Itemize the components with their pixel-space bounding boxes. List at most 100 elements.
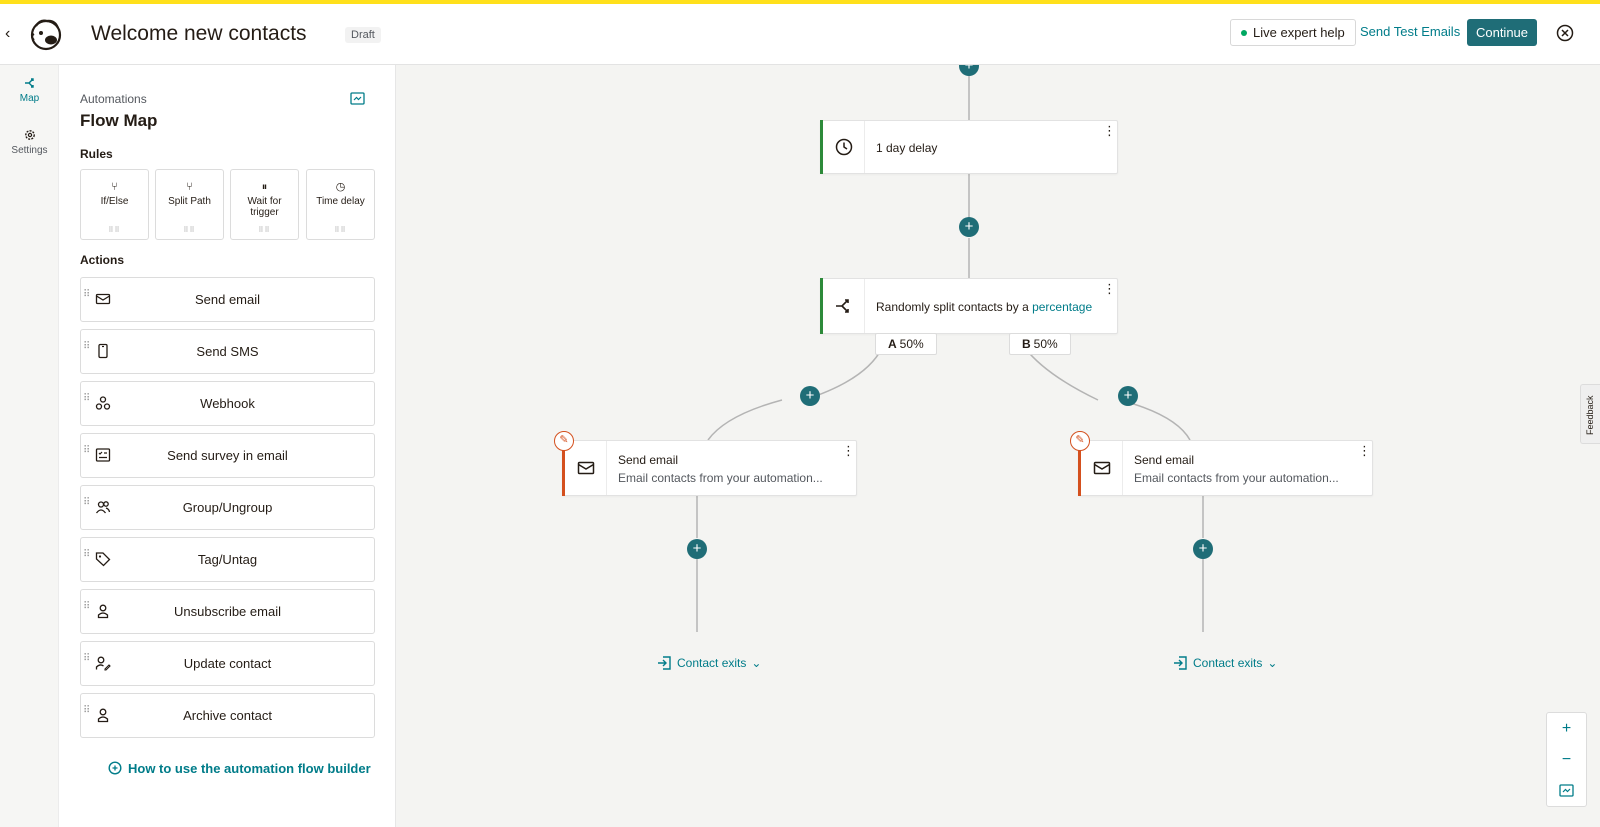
more-options-icon[interactable]: ⋮ [1103, 124, 1116, 137]
envelope-icon [577, 461, 594, 475]
zoom-in-button[interactable]: + [1547, 713, 1586, 744]
branch-icon: ⑂ [111, 181, 118, 193]
exit-icon [658, 656, 671, 670]
rule-label: If/Else [100, 196, 129, 207]
rail-item-label: Map [19, 93, 40, 104]
branch-percent: 50% [1033, 337, 1058, 351]
more-options-icon[interactable]: ⋮ [842, 444, 855, 457]
split-icon: ⑂ [186, 181, 193, 193]
more-options-icon[interactable]: ⋮ [1358, 444, 1371, 457]
close-icon[interactable] [1556, 24, 1574, 42]
percentage-link[interactable]: percentage [1032, 300, 1092, 314]
rule-label: Split Path [168, 196, 211, 207]
exit-icon [1174, 656, 1187, 670]
branch-b-label[interactable]: B 50% [1009, 333, 1071, 355]
branch-a-label[interactable]: A 50% [875, 333, 937, 355]
live-expert-help-button[interactable]: Live expert help [1230, 19, 1356, 46]
node-title: Randomly split contacts by a percentage [876, 300, 1092, 314]
node-title: Send email [618, 453, 679, 467]
chevron-down-icon: ⌄ [751, 656, 762, 670]
branch-letter: A [888, 337, 897, 351]
action-label: Unsubscribe email [174, 604, 281, 619]
send-test-emails-link[interactable]: Send Test Emails [1360, 24, 1460, 39]
action-card-send-survey[interactable]: ⠿ Send survey in email [80, 433, 375, 478]
rule-card-wait-for-trigger[interactable]: ⏸ Wait for trigger ⠿⠿ [230, 169, 299, 240]
action-card-archive-contact[interactable]: ⠿ Archive contact [80, 693, 375, 738]
rule-card-time-delay[interactable]: ◷ Time delay ⠿⠿ [306, 169, 375, 240]
rule-card-if-else[interactable]: ⑂ If/Else ⠿⠿ [80, 169, 149, 240]
delay-node[interactable]: 1 day delay ⋮ [820, 120, 1118, 174]
action-card-unsubscribe-email[interactable]: ⠿ Unsubscribe email [80, 589, 375, 634]
status-badge: Draft [345, 27, 381, 43]
clock-icon [835, 138, 852, 156]
action-card-tag-untag[interactable]: ⠿ Tag/Untag [80, 537, 375, 582]
contact-exits-dropdown[interactable]: Contact exits ⌄ [1172, 655, 1277, 671]
drag-handle-icon: ⠿⠿ [258, 227, 271, 234]
drag-handle-icon: ⠿⠿ [183, 227, 196, 234]
action-label: Group/Ungroup [182, 500, 273, 515]
pause-icon: ⏸ [261, 181, 268, 193]
top-bar: ‹ Welcome new contacts Draft Live expert… [0, 4, 1600, 65]
chevron-down-icon: ⌄ [1267, 656, 1278, 670]
action-card-send-email[interactable]: ⠿ Send email [80, 277, 375, 322]
rules-heading: Rules [80, 147, 113, 161]
online-dot-icon [1241, 29, 1247, 36]
action-label: Tag/Untag [197, 552, 258, 567]
add-step-button[interactable]: + [687, 539, 707, 559]
action-label: Archive contact [183, 708, 272, 723]
drag-handle-icon: ⠿⠿ [108, 227, 121, 234]
send-email-node[interactable]: Send email Email contacts from your auto… [562, 440, 857, 496]
mailchimp-logo[interactable] [28, 16, 64, 52]
add-step-button[interactable]: + [959, 217, 979, 237]
live-help-label: Live expert help [1253, 25, 1345, 40]
branch-letter: B [1022, 337, 1031, 351]
gear-icon [24, 130, 35, 140]
rule-label: Wait for trigger [247, 196, 282, 218]
minimap-icon [1559, 784, 1574, 797]
branch-percent: 50% [899, 337, 924, 351]
back-button[interactable]: ‹ [5, 26, 19, 42]
action-card-send-sms[interactable]: ⠿ Send SMS [80, 329, 375, 374]
add-step-button[interactable]: + [800, 386, 820, 406]
node-icon-cell [565, 441, 607, 495]
minimap-button[interactable] [1547, 775, 1586, 806]
action-card-update-contact[interactable]: ⠿ Update contact [80, 641, 375, 686]
map-view-icon[interactable] [350, 92, 365, 105]
contact-exits-dropdown[interactable]: Contact exits ⌄ [656, 655, 761, 671]
send-email-node[interactable]: Send email Email contacts from your auto… [1078, 440, 1373, 496]
zoom-out-button[interactable]: − [1547, 744, 1586, 775]
help-search-icon [108, 761, 122, 775]
node-icon-cell [823, 279, 865, 333]
add-step-button[interactable]: + [1118, 386, 1138, 406]
node-title: Send email [1134, 453, 1195, 467]
split-icon [24, 78, 34, 88]
action-label: Send SMS [196, 344, 259, 359]
pencil-warning-icon[interactable]: ✎ [1070, 431, 1090, 451]
rule-card-split-path[interactable]: ⑂ Split Path ⠿⠿ [155, 169, 224, 240]
zoom-controls: + − [1546, 712, 1587, 807]
flow-canvas[interactable]: + 1 day delay ⋮ + Randomly split contact… [396, 65, 1600, 827]
pencil-warning-icon[interactable]: ✎ [554, 431, 574, 451]
node-icon-cell [1081, 441, 1123, 495]
continue-button[interactable]: Continue [1467, 19, 1537, 46]
how-to-link[interactable]: How to use the automation flow builder [108, 761, 371, 776]
action-label: Send survey in email [167, 448, 288, 463]
more-options-icon[interactable]: ⋮ [1103, 282, 1116, 295]
contact-exits-label: Contact exits [677, 656, 747, 670]
feedback-tab[interactable]: Feedback [1580, 384, 1600, 444]
rail-item-settings[interactable]: Settings [0, 129, 59, 156]
action-card-group-ungroup[interactable]: ⠿ Group/Ungroup [80, 485, 375, 530]
action-card-webhook[interactable]: ⠿ Webhook [80, 381, 375, 426]
envelope-icon [1093, 461, 1110, 475]
action-label: Send email [194, 292, 261, 307]
flow-map-panel: Automations Flow Map Rules ⑂ If/Else ⠿⠿ … [60, 65, 396, 827]
add-step-button[interactable]: + [1193, 539, 1213, 559]
how-to-label: How to use the automation flow builder [128, 761, 371, 776]
drag-handle-icon: ⠿⠿ [334, 227, 347, 234]
clock-icon: ◷ [335, 181, 346, 193]
split-icon [835, 299, 849, 313]
rail-item-map[interactable]: Map [0, 77, 59, 104]
left-rail: Map Settings [0, 65, 59, 827]
split-node[interactable]: Randomly split contacts by a percentage … [820, 278, 1118, 334]
actions-heading: Actions [80, 253, 125, 267]
